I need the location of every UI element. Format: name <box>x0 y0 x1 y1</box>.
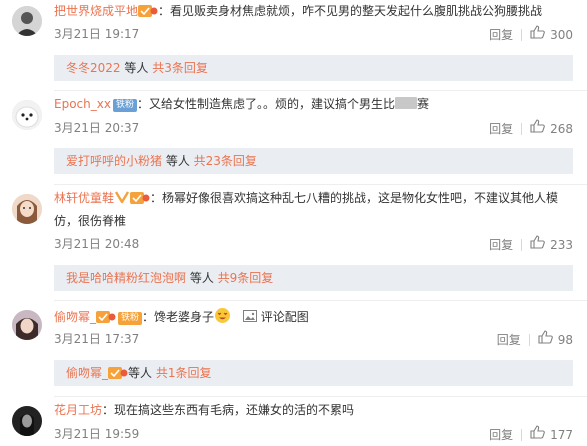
like-button[interactable]: 268 <box>530 119 573 138</box>
divider <box>521 122 523 135</box>
fan-badge-icon <box>130 191 150 211</box>
comment-timestamp: 3月21日 20:37 <box>54 121 140 135</box>
like-count: 300 <box>550 27 573 42</box>
divider <box>521 428 523 441</box>
sub-reply-user[interactable]: 偷吻幂_ <box>66 366 108 380</box>
comment-text-tail: 赛 <box>417 97 430 111</box>
reply-button[interactable]: 回复 <box>489 426 513 444</box>
thumbs-up-icon <box>530 235 545 254</box>
like-count: 233 <box>550 237 573 252</box>
avatar[interactable] <box>12 194 42 224</box>
comment-text: 馋老婆身子 <box>154 310 215 324</box>
fan-badge-icon <box>96 310 116 330</box>
reply-button[interactable]: 回复 <box>489 120 513 138</box>
sub-replies-box: 冬冬2022 等人 共3条回复 <box>54 55 573 81</box>
sub-replies-box: 爱打呼呼的小粉猪 等人 共23条回复 <box>54 148 573 174</box>
comment-colon: ： <box>142 310 155 324</box>
like-count: 268 <box>550 121 573 136</box>
comment-colon: ： <box>150 191 163 205</box>
divider <box>54 184 587 185</box>
comment-username[interactable]: 林轩优童鞋 <box>54 191 114 205</box>
comment-colon: ： <box>158 4 171 18</box>
comment-username[interactable]: 偷吻幂_ <box>54 310 96 324</box>
comment-username[interactable]: Epoch_xx <box>54 97 111 111</box>
more-replies-link[interactable]: 共3条回复 <box>152 61 208 75</box>
divider <box>54 300 587 301</box>
comment-text: 又给女性制造焦虑了。。烦的，建议搞个男生比 <box>148 97 395 111</box>
comment-colon: ： <box>136 97 149 111</box>
comment-username[interactable]: 花月工坊 <box>54 403 102 417</box>
love-face-emoji-icon <box>214 307 231 330</box>
censored-mosaic <box>395 97 417 109</box>
sub-reply-user[interactable]: 我是哈哈精粉红泡泡啊 <box>66 271 186 285</box>
comment-picture-link[interactable]: 评论配图 <box>242 310 309 324</box>
sub-replies-box: 偷吻幂_ 等人 共1条回复 <box>54 360 573 386</box>
comment-timestamp: 3月21日 19:59 <box>54 427 140 441</box>
more-replies-link[interactable]: 共1条回复 <box>156 366 212 380</box>
like-count: 177 <box>550 427 573 442</box>
fan-badge: 铁粉 <box>118 312 143 325</box>
sub-replies-box: 我是哈哈精粉红泡泡啊 等人 共9条回复 <box>54 265 573 291</box>
like-button[interactable]: 300 <box>530 25 573 44</box>
avatar[interactable] <box>12 310 42 340</box>
comment-text: 看见贩卖身材焦虑就烦，咋不见男的整天发起什么腹肌挑战公狗腰挑战 <box>170 4 543 18</box>
thumbs-up-icon <box>530 119 545 138</box>
comment-username[interactable]: 把世界烧成平地 <box>54 4 138 18</box>
divider <box>521 28 523 41</box>
picture-label: 评论配图 <box>260 310 309 324</box>
divider <box>521 238 523 251</box>
reply-button[interactable]: 回复 <box>489 26 513 44</box>
thumbs-up-icon <box>530 25 545 44</box>
comment-text: 现在搞这些东西有毛病，还嫌女的活的不累吗 <box>114 403 355 417</box>
sub-reply-mid: 等人 <box>120 61 153 75</box>
sub-reply-mid: 等人 <box>162 154 194 168</box>
like-button[interactable]: 177 <box>530 425 573 444</box>
reply-button[interactable]: 回复 <box>497 331 521 349</box>
comment-colon: ： <box>102 403 115 417</box>
comment-timestamp: 3月21日 20:48 <box>54 237 140 251</box>
more-replies-link[interactable]: 共9条回复 <box>218 271 274 285</box>
thumbs-up-icon <box>530 425 545 444</box>
like-button[interactable]: 98 <box>538 330 573 349</box>
sub-reply-mid: 等人 <box>186 271 218 285</box>
avatar[interactable] <box>12 100 42 130</box>
comment-timestamp: 3月21日 19:17 <box>54 27 140 41</box>
divider <box>54 396 587 397</box>
sub-reply-user[interactable]: 冬冬2022 <box>66 61 121 75</box>
avatar[interactable] <box>12 406 42 436</box>
fan-badge-icon <box>138 4 158 24</box>
sub-reply-mid: 等人 <box>128 366 156 380</box>
fan-badge-icon <box>108 363 128 389</box>
fan-badge: 铁粉 <box>112 99 137 112</box>
more-replies-link[interactable]: 共23条回复 <box>194 154 257 168</box>
sub-reply-user[interactable]: 爱打呼呼的小粉猪 <box>66 154 162 168</box>
thumbs-up-icon <box>538 330 553 349</box>
divider <box>54 90 587 91</box>
like-button[interactable]: 233 <box>530 235 573 254</box>
comment-timestamp: 3月21日 17:37 <box>54 332 140 346</box>
vip-v-icon <box>114 190 130 210</box>
avatar[interactable] <box>12 6 42 36</box>
like-count: 98 <box>557 332 573 347</box>
divider <box>528 333 530 346</box>
reply-button[interactable]: 回复 <box>489 236 513 254</box>
